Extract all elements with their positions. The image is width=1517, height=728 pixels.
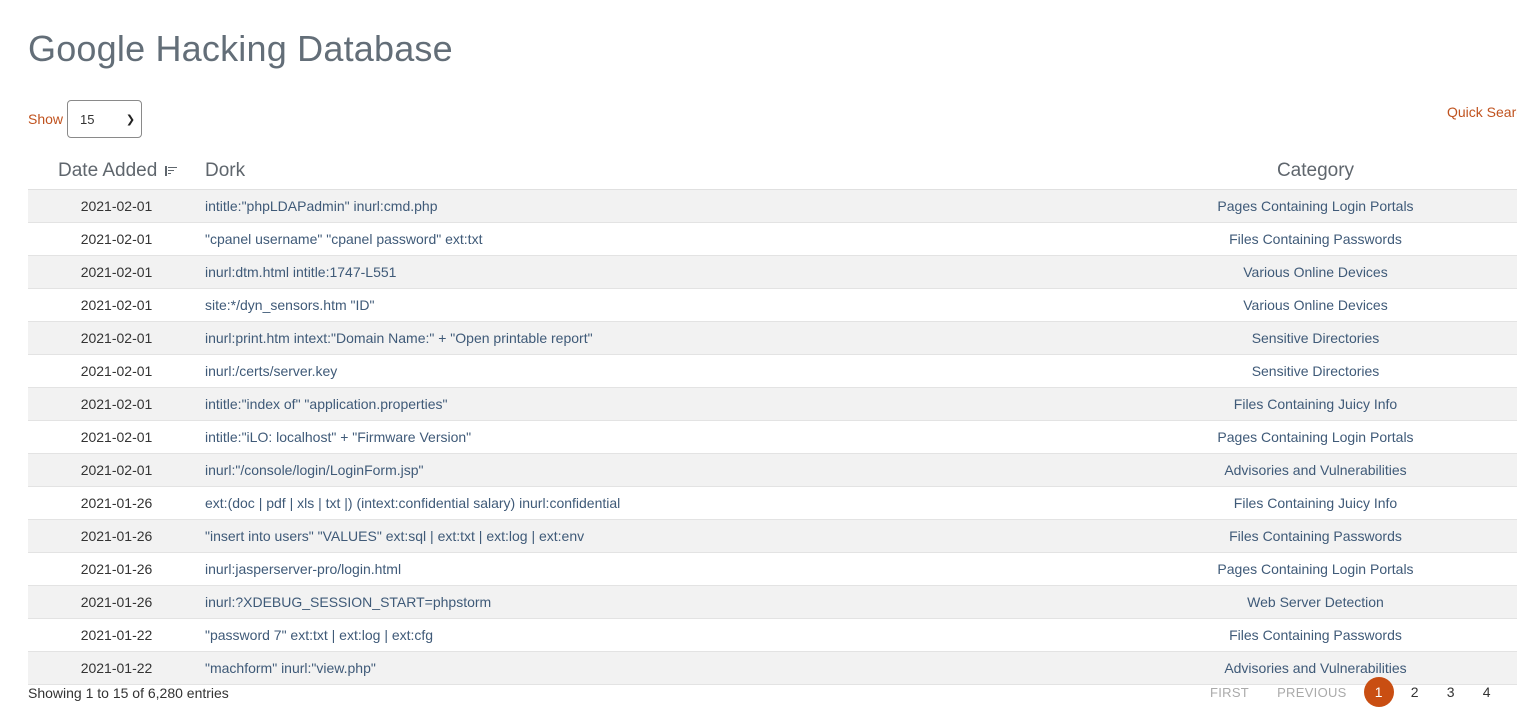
row-category-link[interactable]: Sensitive Directories — [1114, 363, 1517, 379]
quick-search-label[interactable]: Quick Search — [1447, 104, 1517, 120]
row-dork-link[interactable]: inurl:print.htm intext:"Domain Name:" + … — [205, 330, 1114, 346]
chevron-down-icon: ❯ — [125, 113, 136, 126]
page-length-control: Show 15 ❯ — [28, 100, 143, 138]
row-category-link[interactable]: Various Online Devices — [1114, 297, 1517, 313]
table-row: 2021-02-01 intitle:"phpLDAPadmin" inurl:c… — [28, 190, 1517, 223]
row-dork-link[interactable]: "insert into users" "VALUES" ext:sql | e… — [205, 528, 1114, 544]
row-dork-link[interactable]: inurl:/certs/server.key — [205, 363, 1114, 379]
row-dork-link[interactable]: "password 7" ext:txt | ext:log | ext:cfg — [205, 627, 1114, 643]
row-dork-link[interactable]: site:*/dyn_sensors.htm "ID" — [205, 297, 1114, 313]
pagination-page-1[interactable]: 1 — [1363, 677, 1394, 707]
table-row: 2021-02-01 intitle:"iLO: localhost" + "Fi… — [28, 421, 1517, 454]
dork-table: Date Added Dork Category 2021-02-01 intit… — [28, 152, 1517, 685]
row-category-link[interactable]: Sensitive Directories — [1114, 330, 1517, 346]
row-date: 2021-02-01 — [80, 297, 153, 313]
row-category-link[interactable]: Pages Containing Login Portals — [1114, 561, 1517, 577]
row-date: 2021-01-26 — [80, 528, 153, 544]
row-date: 2021-01-26 — [80, 594, 153, 610]
row-dork-link[interactable]: inurl:?XDEBUG_SESSION_START=phpstorm — [205, 594, 1114, 610]
table-row: 2021-02-01 inurl:print.htm intext:"Domain… — [28, 322, 1517, 355]
page-title: Google Hacking Database — [28, 28, 453, 69]
row-date: 2021-02-01 — [80, 363, 153, 379]
column-header-date-label: Date Added — [58, 159, 158, 181]
row-date: 2021-01-22 — [80, 660, 153, 676]
row-date: 2021-02-01 — [80, 396, 153, 412]
table-row: 2021-02-01 inurl:"/console/login/LoginFor… — [28, 454, 1517, 487]
page-length-label: Show — [28, 111, 64, 127]
pagination-page-4[interactable]: 4 — [1472, 677, 1502, 707]
row-category-link[interactable]: Files Containing Juicy Info — [1114, 396, 1517, 412]
row-date: 2021-02-01 — [80, 198, 153, 214]
table-row: 2021-02-01 inurl:/certs/server.key Sensiti… — [28, 355, 1517, 388]
sort-descending-icon[interactable] — [165, 165, 178, 176]
table-row: 2021-01-26 inurl:jasperserver-pro/login.h… — [28, 553, 1517, 586]
pagination-page-3[interactable]: 3 — [1436, 677, 1466, 707]
row-category-link[interactable]: Files Containing Passwords — [1114, 627, 1517, 643]
column-header-category[interactable]: Category — [1114, 160, 1517, 182]
row-dork-link[interactable]: inurl:jasperserver-pro/login.html — [205, 561, 1114, 577]
table-row: 2021-01-26 ext:(doc | pdf | xls | txt |) … — [28, 487, 1517, 520]
row-date: 2021-01-22 — [80, 627, 153, 643]
table-row: 2021-02-01 intitle:"index of" "applicatio… — [28, 388, 1517, 421]
pagination-pages: 12345 — [1361, 677, 1517, 707]
row-category-link[interactable]: Files Containing Passwords — [1114, 231, 1517, 247]
row-category-link[interactable]: Web Server Detection — [1114, 594, 1517, 610]
table-row: 2021-02-01 inurl:dtm.html intitle:1747-L5… — [28, 256, 1517, 289]
column-header-category-label: Category — [1276, 159, 1355, 181]
table-row: 2021-01-26 "insert into users" "VALUES" e… — [28, 520, 1517, 553]
row-category-link[interactable]: Various Online Devices — [1114, 264, 1517, 280]
column-header-date-added[interactable]: Date Added — [28, 160, 205, 182]
row-category-link[interactable]: Files Containing Juicy Info — [1114, 495, 1517, 511]
table-row: 2021-01-26 inurl:?XDEBUG_SESSION_START=ph… — [28, 586, 1517, 619]
table-row: 2021-01-22 "password 7" ext:txt | ext:log… — [28, 619, 1517, 652]
row-category-link[interactable]: Advisories and Vulnerabilities — [1114, 462, 1517, 478]
row-date: 2021-02-01 — [80, 462, 153, 478]
row-category-link[interactable]: Pages Containing Login Portals — [1114, 198, 1517, 214]
column-header-dork[interactable]: Dork — [205, 160, 1114, 182]
pagination-previous-button[interactable]: PREVIOUS — [1277, 685, 1347, 700]
entries-info: Showing 1 to 15 of 6,280 entries — [28, 685, 229, 701]
row-dork-link[interactable]: inurl:"/console/login/LoginForm.jsp" — [205, 462, 1114, 478]
table-row: 2021-02-01 "cpanel username" "cpanel pass… — [28, 223, 1517, 256]
pagination: FIRST PREVIOUS 12345 — [1196, 677, 1517, 707]
page: Google Hacking Database Show 15 ❯ Quick … — [0, 0, 1517, 728]
row-category-link[interactable]: Files Containing Passwords — [1114, 528, 1517, 544]
row-dork-link[interactable]: ext:(doc | pdf | xls | txt |) (intext:co… — [205, 495, 1114, 511]
row-dork-link[interactable]: "cpanel username" "cpanel password" ext:… — [205, 231, 1114, 247]
table-body: 2021-02-01 intitle:"phpLDAPadmin" inurl:c… — [28, 190, 1517, 685]
row-date: 2021-02-01 — [80, 231, 153, 247]
row-dork-link[interactable]: inurl:dtm.html intitle:1747-L551 — [205, 264, 1114, 280]
row-date: 2021-01-26 — [80, 561, 153, 577]
pagination-page-5[interactable]: 5 — [1508, 677, 1517, 707]
pagination-first-button[interactable]: FIRST — [1210, 685, 1249, 700]
row-dork-link[interactable]: intitle:"iLO: localhost" + "Firmware Ver… — [205, 429, 1114, 445]
row-date: 2021-02-01 — [80, 330, 153, 346]
page-length-value: 15 — [80, 111, 95, 127]
row-date: 2021-02-01 — [80, 429, 153, 445]
table-header: Date Added Dork Category — [28, 152, 1517, 190]
row-category-link[interactable]: Advisories and Vulnerabilities — [1114, 660, 1517, 676]
row-dork-link[interactable]: intitle:"index of" "application.properti… — [205, 396, 1114, 412]
page-length-select[interactable]: 15 ❯ — [67, 100, 143, 138]
table-row: 2021-02-01 site:*/dyn_sensors.htm "ID" Var… — [28, 289, 1517, 322]
column-header-dork-label: Dork — [205, 159, 246, 181]
row-dork-link[interactable]: intitle:"phpLDAPadmin" inurl:cmd.php — [205, 198, 1114, 214]
row-date: 2021-02-01 — [80, 264, 153, 280]
row-category-link[interactable]: Pages Containing Login Portals — [1114, 429, 1517, 445]
row-dork-link[interactable]: "machform" inurl:"view.php" — [205, 660, 1114, 676]
pagination-page-2[interactable]: 2 — [1400, 677, 1430, 707]
row-date: 2021-01-26 — [80, 495, 153, 511]
